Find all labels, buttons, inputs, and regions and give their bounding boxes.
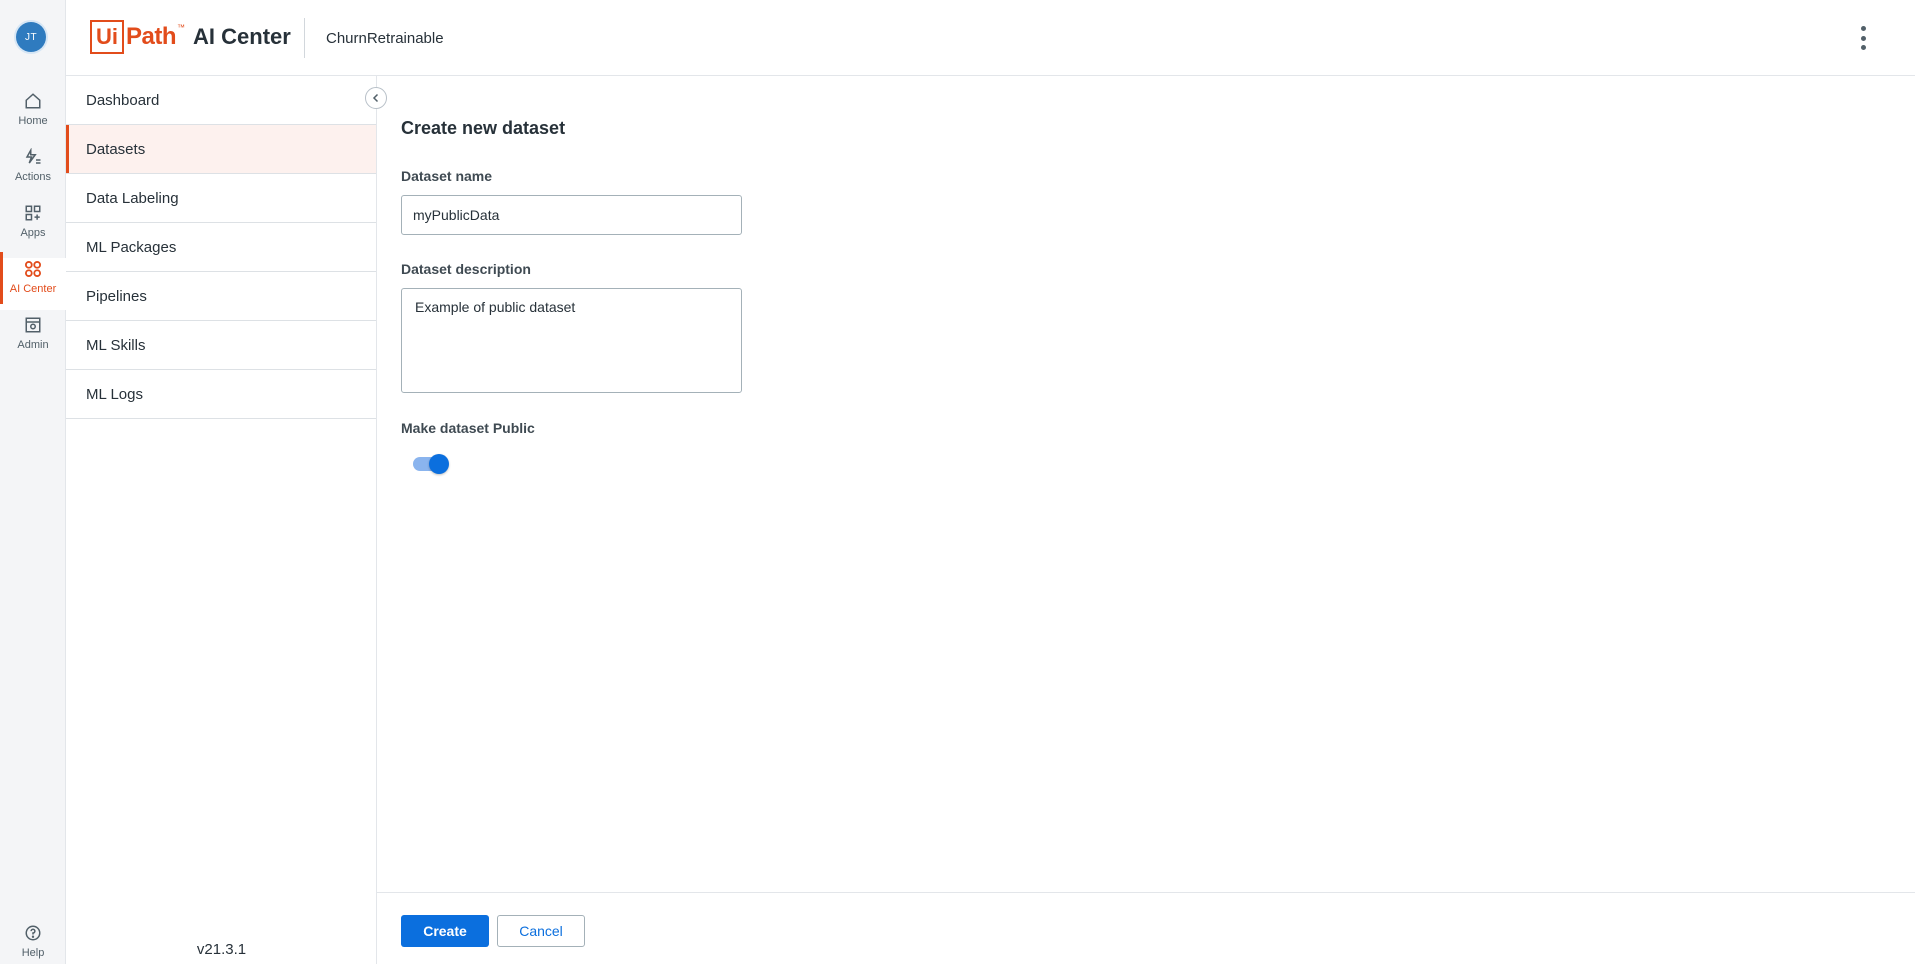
dataset-description-input[interactable]: Example of public dataset [401,288,742,393]
sidebar-item-label: Data Labeling [86,189,179,207]
logo-trademark: ™ [177,23,186,32]
sidebar-item-data-labeling[interactable]: Data Labeling [66,174,376,223]
sidebar-item-ml-skills[interactable]: ML Skills [66,321,376,370]
actions-icon [22,146,44,168]
apps-icon [22,202,44,224]
rail-item-help[interactable]: Help [0,922,66,974]
sidebar-item-datasets[interactable]: Datasets [66,125,376,174]
sidebar-item-ml-packages[interactable]: ML Packages [66,223,376,272]
rail-item-label: Actions [14,171,52,183]
sidebar-item-label: Dashboard [86,91,160,109]
sidebar-item-label: ML Packages [86,238,177,256]
admin-icon [22,314,44,336]
product-name: AI Center [193,24,291,49]
rail-item-label: Home [18,115,48,127]
rail-item-label: Admin [17,339,49,351]
rail-item-label: AI Center [9,283,57,295]
home-icon [22,90,44,112]
dataset-description-label: Dataset description [401,261,531,277]
uipath-logo[interactable]: Ui Path ™ AI Center [90,20,291,54]
sidebar-item-dashboard[interactable]: Dashboard [66,76,376,125]
version-label: v21.3.1 [196,941,247,958]
dataset-name-input[interactable] [401,195,742,235]
chevron-left-icon [372,93,379,103]
rail-item-ai-center[interactable]: AI Center [0,252,66,310]
sidebar-item-pipelines[interactable]: Pipelines [66,272,376,321]
header-divider [304,18,305,58]
logo-ui-mark: Ui [90,20,124,54]
dataset-name-label: Dataset name [401,168,493,184]
user-avatar[interactable]: JT [16,22,46,52]
sidebar-item-ml-logs[interactable]: ML Logs [66,370,376,419]
form-footer: Create Cancel [377,892,1915,964]
help-icon [22,922,44,944]
page-title: Create new dataset [401,118,566,138]
sidebar-item-label: Pipelines [86,287,147,305]
cancel-button[interactable]: Cancel [497,915,585,947]
create-dataset-form: Create new dataset Dataset name Dataset … [377,76,1915,892]
global-nav-rail: JT Home Actions Apps AI Center Admin Hel… [0,0,66,964]
make-public-toggle[interactable] [413,454,451,474]
sidebar-item-label: ML Skills [86,336,146,354]
rail-item-actions[interactable]: Actions [0,146,66,198]
logo-path-text: Path [126,23,177,50]
rail-item-label: Apps [20,227,46,239]
toggle-thumb [429,454,449,474]
ai-center-icon [22,258,44,280]
project-name: ChurnRetrainable [326,30,444,47]
top-header: Ui Path ™ AI Center ChurnRetrainable [66,0,1915,76]
rail-item-admin[interactable]: Admin [0,314,66,366]
rail-item-home[interactable]: Home [0,90,66,142]
collapse-sidebar-button[interactable] [365,87,387,109]
rail-item-label: Help [21,947,45,959]
project-sidebar: Dashboard Datasets Data Labeling ML Pack… [66,76,377,964]
create-button[interactable]: Create [401,915,489,947]
rail-item-apps[interactable]: Apps [0,202,66,254]
make-public-label: Make dataset Public [401,420,535,436]
more-options-icon[interactable] [1859,26,1867,50]
sidebar-item-label: ML Logs [86,385,143,403]
sidebar-item-label: Datasets [86,140,146,158]
